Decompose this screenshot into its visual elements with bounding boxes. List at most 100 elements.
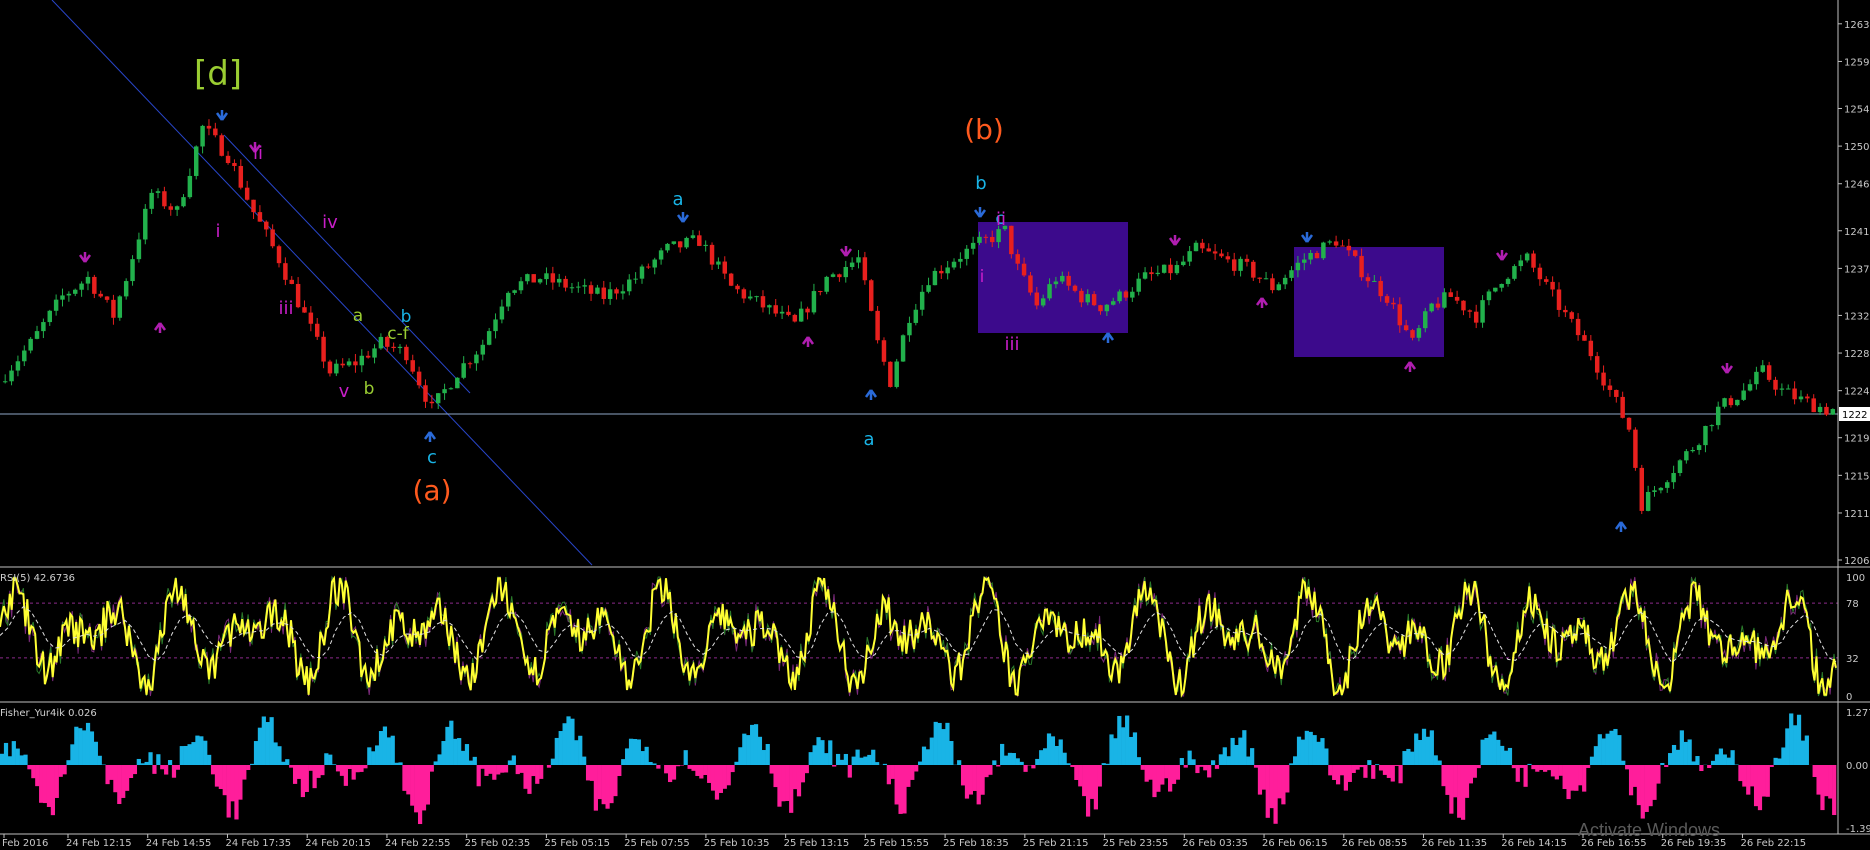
candle-body [1340, 245, 1345, 247]
fisher-bar [1226, 756, 1231, 765]
channel-line-upper[interactable] [223, 134, 471, 394]
fisher-bar [128, 765, 134, 778]
fisher-bar [175, 765, 180, 770]
candle-body [162, 191, 167, 207]
fisher-bar [582, 756, 587, 765]
candle-body [1830, 409, 1836, 415]
fractal-down-arrow [1495, 250, 1509, 261]
fisher-bar [832, 765, 837, 767]
supply-demand-zone[interactable] [1294, 247, 1444, 357]
fisher-bar [933, 721, 938, 765]
candle-body [767, 305, 772, 308]
candle-body [595, 287, 600, 294]
fisher-bar [476, 765, 481, 787]
rsi-pane[interactable]: RSI(5) 42.6736 [0, 573, 1838, 698]
candle-body [627, 279, 632, 292]
fisher-bar [574, 740, 579, 765]
wave-label: a [863, 429, 874, 450]
candle-body [467, 363, 473, 365]
candle-body [104, 296, 110, 300]
fisher-bar [1140, 765, 1145, 770]
fisher-bar [675, 765, 681, 767]
fisher-bar [1039, 750, 1044, 765]
candle-body [1480, 300, 1485, 323]
fisher-bar [589, 765, 595, 781]
fisher-bar [429, 765, 434, 772]
fisher-bar [480, 765, 485, 769]
candle-body [576, 286, 581, 288]
trading-chart[interactable]: [d](a)(b)iiiiiiivvabc-fabcabciiiiii RSI(… [0, 0, 1870, 850]
fisher-pane[interactable]: Fisher_Yur4ik 0.026 [0, 708, 1837, 825]
fisher-bar [1187, 750, 1192, 765]
fisher-bar [441, 741, 446, 765]
fisher-bar [378, 731, 384, 765]
fisher-bar [109, 765, 114, 780]
fisher-bar [23, 754, 28, 765]
candle-body [1295, 262, 1301, 271]
candle-body [295, 283, 301, 308]
fisher-bar [187, 744, 192, 765]
fisher-bar [1804, 735, 1809, 765]
fisher-bar [1218, 754, 1223, 765]
candle-body [455, 377, 460, 389]
fisher-bar [792, 765, 798, 790]
fisher-bar [1265, 765, 1270, 818]
fisher-bar [121, 765, 126, 798]
fisher-bar [316, 765, 321, 778]
fisher-bar [74, 726, 79, 765]
candle-body [448, 388, 454, 390]
fisher-bar [875, 762, 880, 765]
fisher-bar [527, 765, 532, 794]
fisher-bar [628, 738, 634, 765]
candle-body [1372, 280, 1377, 282]
candle-body [117, 296, 123, 318]
fisher-bar [1293, 756, 1298, 765]
fisher-bar [785, 765, 790, 801]
wave-label: a [353, 306, 363, 326]
candle-body [22, 350, 27, 362]
fisher-bar [1652, 765, 1657, 800]
candle-body [1174, 265, 1180, 274]
fisher-bar [773, 765, 778, 788]
candle-body [73, 289, 78, 294]
candle-body [168, 206, 173, 210]
fisher-bar [652, 763, 657, 765]
price-tick-label: 1250 [1844, 142, 1869, 153]
price-pane[interactable]: [d](a)(b)iiiiiiivvabc-fabcabciiiiii [0, 0, 1838, 566]
fisher-bar [1402, 751, 1407, 765]
candle-body [684, 237, 689, 248]
fisher-bar [160, 765, 165, 770]
fisher-bar [1777, 758, 1782, 765]
fisher-bar [843, 753, 848, 765]
fisher-bar [1296, 736, 1302, 765]
price-tick-label: 1211 [1844, 509, 1869, 520]
fisher-bar [1687, 739, 1692, 765]
fisher-bar [761, 750, 766, 765]
candle-body [671, 241, 677, 244]
candle-body [1512, 266, 1517, 279]
fisher-bar [421, 765, 427, 811]
fisher-bar [1457, 765, 1462, 818]
fisher-bar [1636, 765, 1641, 806]
fisher-bar [644, 746, 649, 765]
fisher-bar [789, 765, 794, 813]
fractal-down-arrow [1720, 363, 1734, 374]
fisher-bar [621, 759, 626, 765]
candle-body [346, 361, 352, 366]
fisher-bar [328, 754, 333, 765]
fisher-bar [218, 765, 223, 789]
fisher-bar [714, 765, 720, 800]
fisher-bar [1718, 748, 1724, 765]
fisher-bar [449, 720, 454, 765]
candle-body [378, 336, 384, 349]
candle-body [15, 361, 21, 371]
fisher-bar [281, 761, 286, 765]
candle-body [748, 296, 753, 299]
candle-body [620, 291, 626, 294]
fisher-bar [1289, 763, 1294, 765]
candle-body [264, 221, 269, 230]
fisher-bar [433, 761, 438, 765]
fisher-bar [566, 716, 571, 765]
candle-body [1537, 267, 1543, 280]
candle-body [837, 274, 842, 278]
